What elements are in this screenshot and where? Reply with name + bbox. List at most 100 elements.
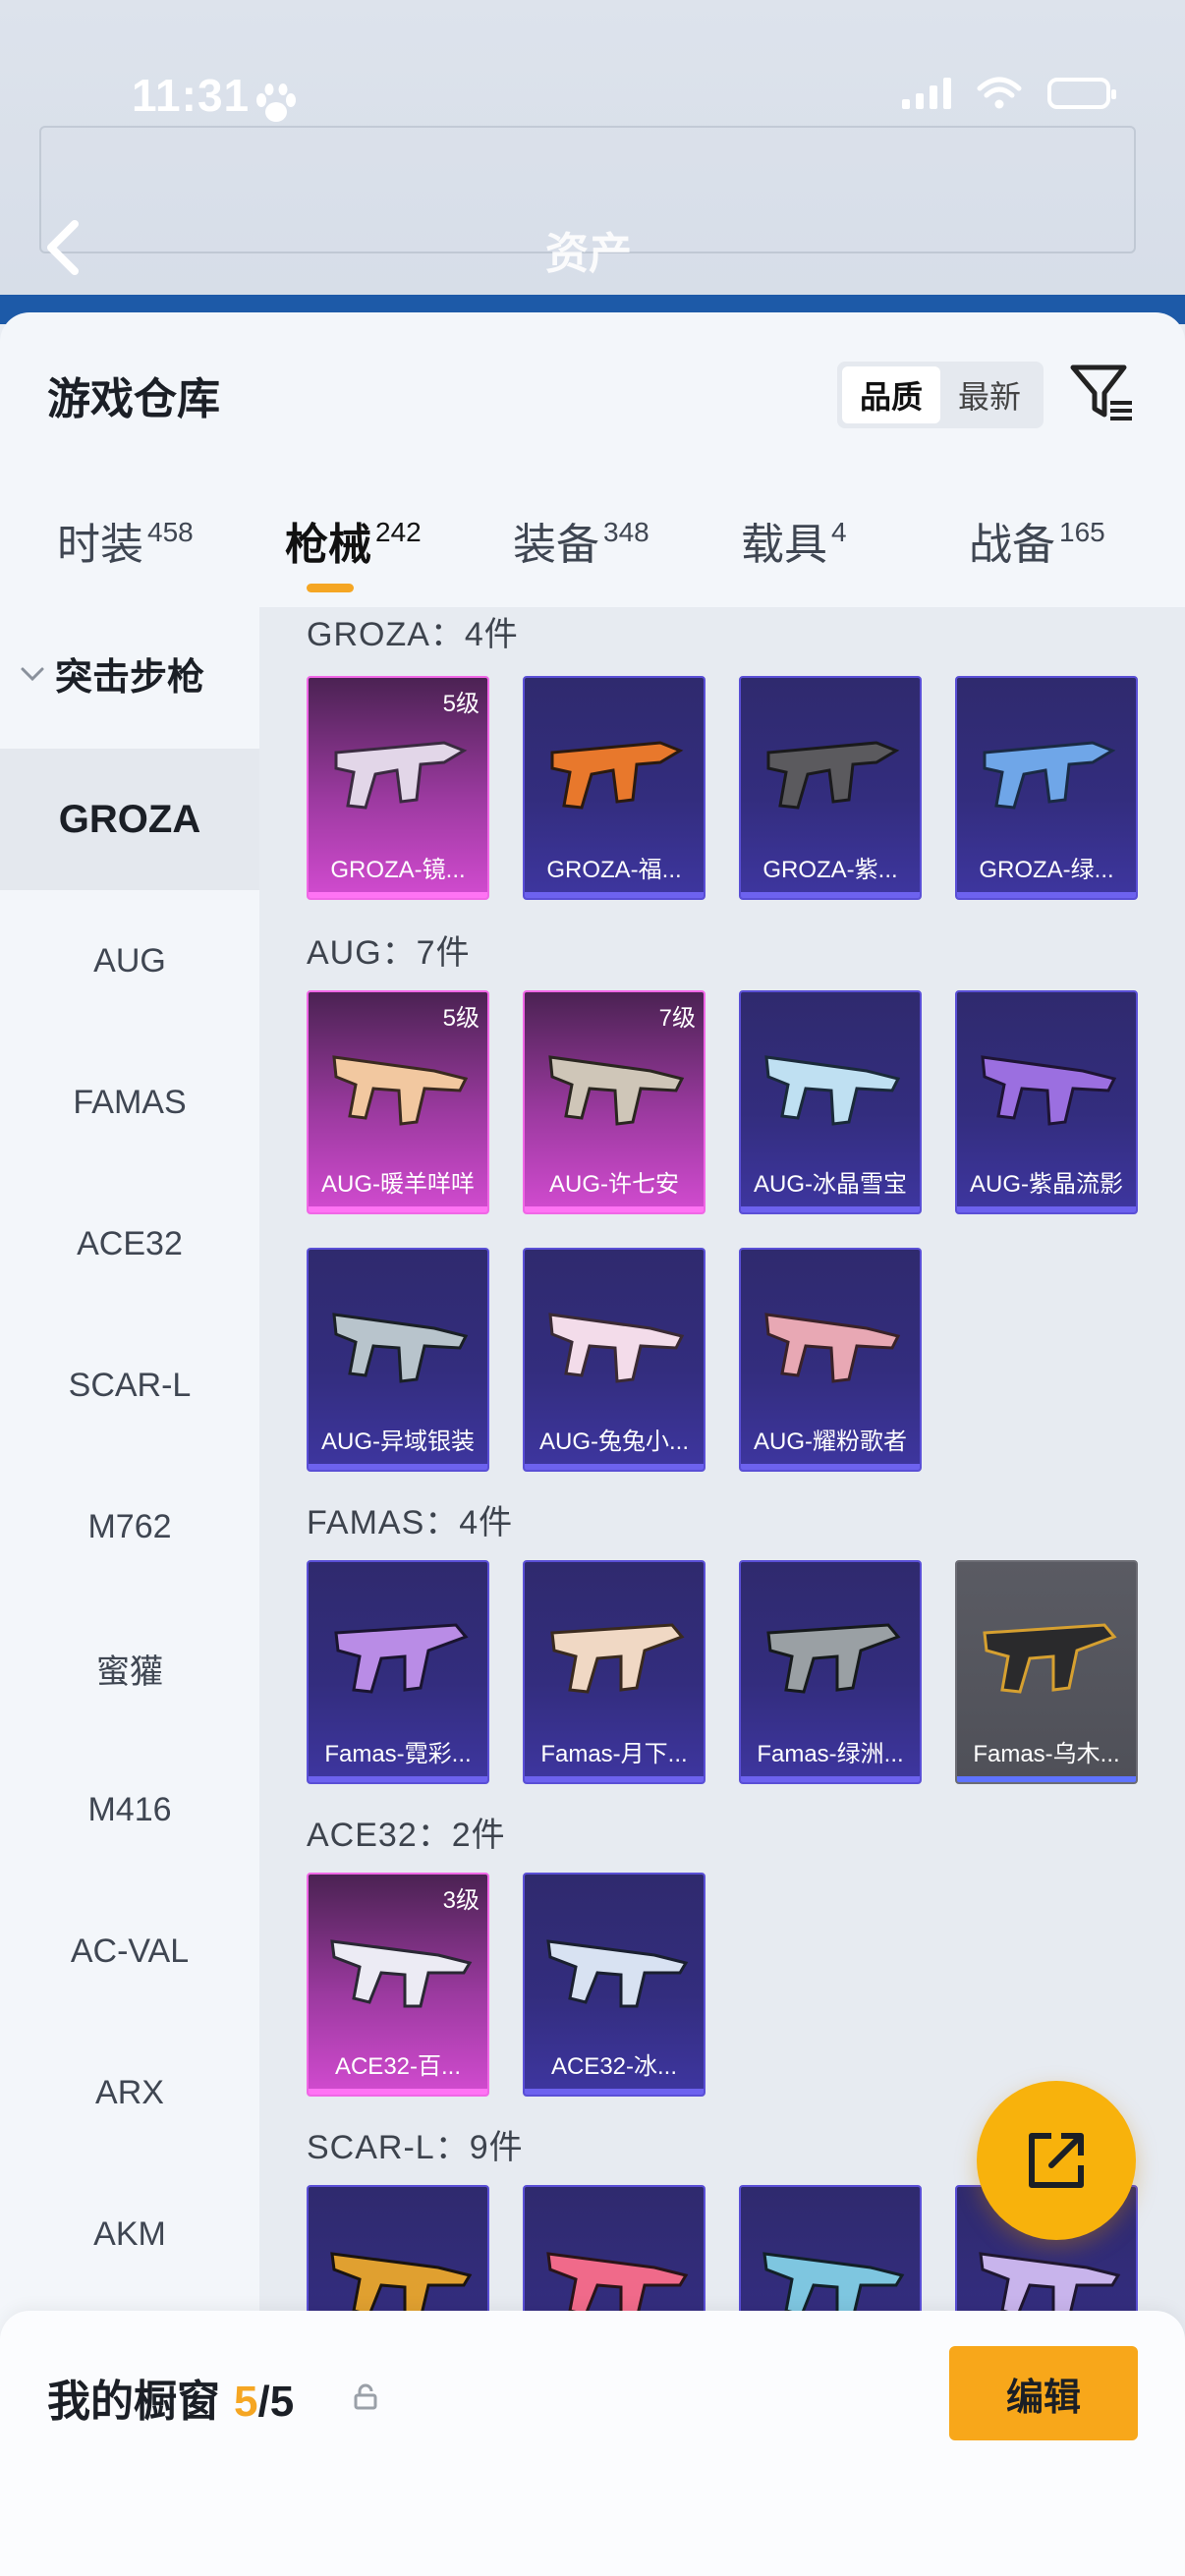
weapon-card[interactable]: GROZA-紫... xyxy=(739,676,922,900)
weapon-card[interactable]: 3级 ACE32-百... xyxy=(307,1873,489,2097)
sort-toggle: 品质 最新 xyxy=(837,362,1044,428)
tier-bar xyxy=(525,1464,704,1470)
sidebar-item-aug[interactable]: AUG xyxy=(0,890,259,1032)
tab-fashion[interactable]: 时装 458 xyxy=(57,509,194,607)
sidebar-item-m762[interactable]: M762 xyxy=(0,1456,259,1597)
lock-icon xyxy=(354,2383,377,2410)
tier-bar xyxy=(957,1206,1136,1212)
edit-button[interactable]: 编辑 xyxy=(949,2346,1138,2440)
weapon-card[interactable]: AUG-紫晶流影 xyxy=(955,990,1138,1214)
rifle-icon xyxy=(766,741,900,810)
sidebar-item-ace32[interactable]: ACE32 xyxy=(0,1173,259,1315)
weapon-card[interactable]: Famas-乌木... xyxy=(955,1560,1138,1784)
wifi-icon xyxy=(977,77,1022,109)
tab-label: 时装 xyxy=(57,521,143,569)
weapon-card[interactable]: Famas-月下... xyxy=(523,1560,705,1784)
rifle-icon xyxy=(981,1055,1117,1126)
tier-bar xyxy=(741,1776,920,1782)
weapon-name: GROZA-紫... xyxy=(762,857,898,883)
group-title-groza: GROZA：4件 xyxy=(307,616,519,653)
tab-vehicles[interactable]: 载具 4 xyxy=(741,509,847,607)
sidebar-item-groza[interactable]: GROZA xyxy=(0,749,259,890)
sidebar-item-famas[interactable]: FAMAS xyxy=(0,1032,259,1173)
sidebar-item-ac-val[interactable]: AC-VAL xyxy=(0,1880,259,2022)
rifle-icon xyxy=(983,741,1116,810)
category-tabs: 时装 458 枪械 242 装备 348 载具 4 战备 165 xyxy=(0,509,1185,607)
weapon-card[interactable]: Famas-霓彩... xyxy=(307,1560,489,1784)
weapon-name: GROZA-镜... xyxy=(330,857,466,883)
tab-firearms[interactable]: 枪械 242 xyxy=(285,509,422,607)
tier-bar xyxy=(309,1776,487,1782)
paw-icon xyxy=(256,84,296,122)
tab-active-indicator xyxy=(307,584,354,592)
rifle-icon xyxy=(546,1939,689,2008)
sidebar-item-arx[interactable]: ARX xyxy=(0,2022,259,2163)
weapon-name: AUG-紫晶流影 xyxy=(970,1171,1123,1198)
weapon-card[interactable]: AUG-异域银装 xyxy=(307,1248,489,1472)
weapon-card[interactable]: AUG-兔兔小... xyxy=(523,1248,705,1472)
weapon-name: AUG-暖羊咩咩 xyxy=(321,1171,475,1198)
showcase-label: 我的橱窗 xyxy=(47,2378,220,2426)
sort-newest-button[interactable]: 最新 xyxy=(940,366,1039,423)
tab-label: 枪械 xyxy=(285,521,371,569)
rifle-icon xyxy=(332,1313,469,1383)
rifle-icon xyxy=(334,741,468,810)
tab-battle-prep[interactable]: 战备 165 xyxy=(969,509,1105,607)
weapon-card[interactable]: 5级 AUG-暖羊咩咩 xyxy=(307,990,489,1214)
tier-bar xyxy=(525,1206,704,1212)
weapon-card[interactable]: 7级 AUG-许七安 xyxy=(523,990,705,1214)
group-title-famas: FAMAS：4件 xyxy=(307,1504,514,1541)
group-title-aug: AUG：7件 xyxy=(307,934,471,972)
weapon-name: Famas-乌木... xyxy=(973,1741,1120,1767)
tier-bar xyxy=(957,1776,1136,1782)
tier-bar xyxy=(741,892,920,898)
tier-bar xyxy=(525,1776,704,1782)
tier-bar xyxy=(525,892,704,898)
tier-bar xyxy=(309,1464,487,1470)
rifle-icon xyxy=(548,1055,685,1126)
share-button[interactable] xyxy=(977,2081,1136,2240)
warehouse-sheet: 游戏仓库 品质 最新 时装 458 枪械 242 装备 348 载具 4 战备 165 xyxy=(0,312,1185,2576)
weapon-grid: GROZA：4件 5级 GROZA-镜... GROZA-福... GROZA-… xyxy=(259,607,1185,2576)
weapon-card[interactable]: ACE32-冰... xyxy=(523,1873,705,2097)
rifle-icon xyxy=(764,1055,901,1126)
sidebar-category-header[interactable]: 突击步枪 xyxy=(20,646,204,700)
weapon-name: GROZA-福... xyxy=(546,857,682,883)
weapon-card[interactable]: AUG-耀粉歌者 xyxy=(739,1248,922,1472)
weapon-sidebar: 突击步枪 GROZA AUG FAMAS ACE32 SCAR-L M762 蜜… xyxy=(0,607,259,2576)
page-title: 游戏仓库 xyxy=(47,375,220,423)
sidebar-item-m416[interactable]: M416 xyxy=(0,1739,259,1880)
filter-icon[interactable] xyxy=(1067,358,1136,426)
sidebar-item-honey-badger[interactable]: 蜜獾 xyxy=(0,1597,259,1739)
signal-icon xyxy=(902,78,951,109)
group-title-scar-l: SCAR-L：9件 xyxy=(307,2129,524,2166)
group-title-ace32: ACE32：2件 xyxy=(307,1817,506,1854)
tier-bar xyxy=(309,892,487,898)
chevron-down-icon xyxy=(21,667,44,681)
rifle-icon xyxy=(766,1623,901,1694)
weapon-name: GROZA-绿... xyxy=(979,857,1114,883)
weapon-name: AUG-许七安 xyxy=(549,1171,679,1198)
rifle-icon xyxy=(334,1623,469,1694)
weapon-card[interactable]: GROZA-绿... xyxy=(955,676,1138,900)
weapon-card[interactable]: 5级 GROZA-镜... xyxy=(307,676,489,900)
rifle-icon xyxy=(330,1939,473,2008)
weapon-card[interactable]: Famas-绿洲... xyxy=(739,1560,922,1784)
back-arrow-icon[interactable] xyxy=(43,218,83,277)
sort-quality-button[interactable]: 品质 xyxy=(842,366,940,423)
weapon-name: ACE32-冰... xyxy=(550,2053,678,2080)
tab-count: 458 xyxy=(147,517,194,547)
tab-equipment[interactable]: 装备 348 xyxy=(513,509,649,607)
weapon-card[interactable]: GROZA-福... xyxy=(523,676,705,900)
rifle-icon xyxy=(550,741,684,810)
backdrop-title: 资产 xyxy=(545,230,632,278)
weapon-card[interactable]: AUG-冰晶雪宝 xyxy=(739,990,922,1214)
weapon-name: AUG-耀粉歌者 xyxy=(754,1428,907,1455)
tier-bar xyxy=(525,2089,704,2095)
weapon-name: ACE32-百... xyxy=(334,2053,462,2080)
tab-label: 载具 xyxy=(741,521,827,569)
sidebar-item-akm[interactable]: AKM xyxy=(0,2163,259,2305)
weapon-name: Famas-绿洲... xyxy=(757,1741,904,1767)
sidebar-item-scar-l[interactable]: SCAR-L xyxy=(0,1315,259,1456)
rifle-icon xyxy=(983,1623,1117,1694)
